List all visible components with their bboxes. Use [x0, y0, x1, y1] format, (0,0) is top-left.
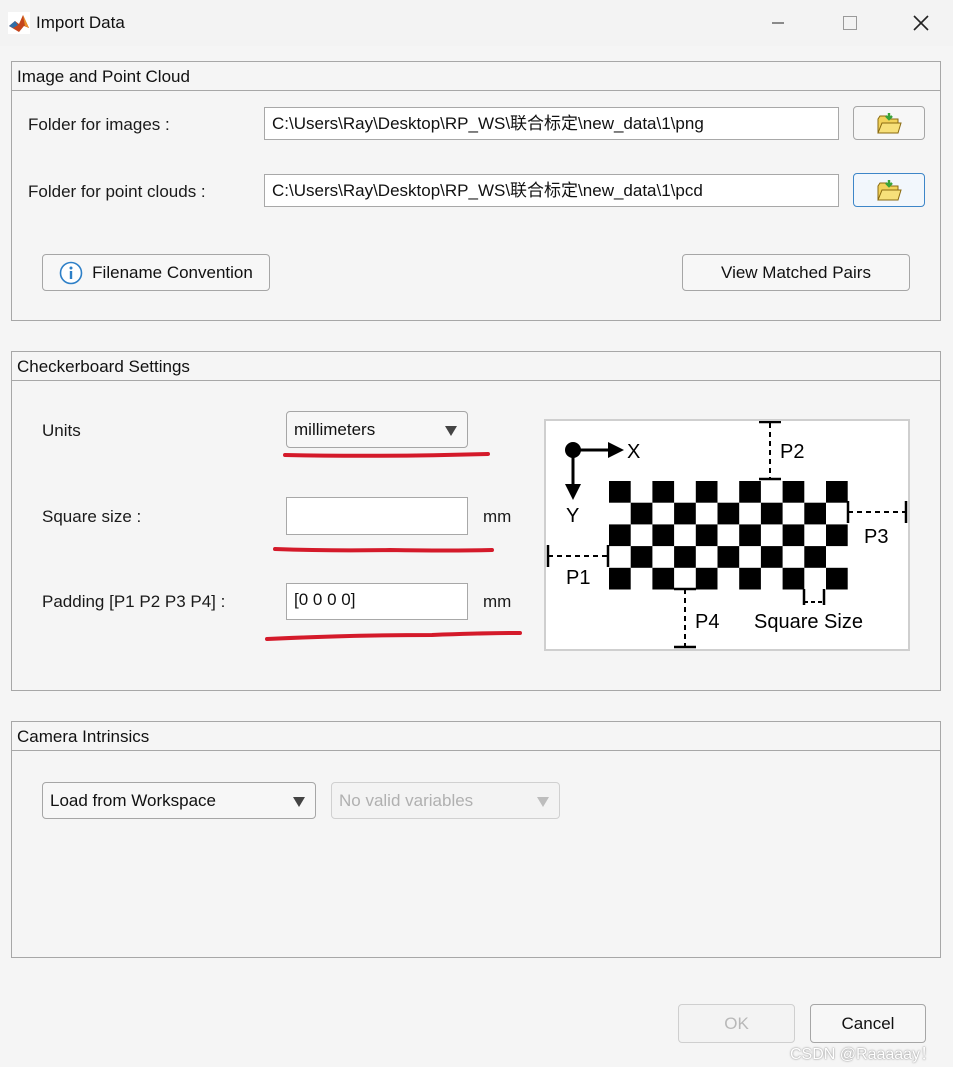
- checker-square: [695, 567, 718, 590]
- checker-square: [609, 567, 631, 590]
- padding-input[interactable]: [0 0 0 0]: [286, 583, 468, 620]
- chevron-down-icon: [293, 797, 305, 807]
- checker-square: [695, 481, 718, 503]
- checker-square: [739, 524, 761, 547]
- checker-square: [782, 567, 805, 590]
- images-folder-input[interactable]: C:\Users\Ray\Desktop\RP_WS\联合标定\new_data…: [264, 107, 839, 140]
- maximize-icon: [843, 16, 857, 30]
- units-label: Units: [42, 421, 81, 440]
- checker-square: [826, 524, 848, 547]
- cancel-button[interactable]: Cancel: [810, 1004, 926, 1043]
- checker-square: [695, 524, 718, 547]
- checker-square: [717, 502, 740, 525]
- checker-square: [804, 546, 826, 568]
- checker-square: [739, 567, 761, 590]
- panel-header: Image and Point Cloud: [12, 62, 940, 91]
- checker-square: [804, 502, 826, 525]
- square-size-unit: mm: [483, 507, 512, 526]
- browse-images-button[interactable]: [853, 106, 925, 140]
- filename-convention-button[interactable]: Filename Convention: [42, 254, 270, 291]
- y-axis-label: Y: [566, 505, 579, 527]
- checker-square: [717, 546, 740, 568]
- checker-square: [674, 502, 696, 525]
- point-clouds-folder-label: Folder for point clouds :: [28, 182, 206, 201]
- info-icon: [59, 261, 83, 284]
- chevron-down-icon: [537, 797, 549, 807]
- minimize-button[interactable]: [743, 0, 813, 46]
- annotation-underline: [265, 631, 522, 641]
- x-axis-label: X: [627, 441, 640, 463]
- title-bar: Import Data: [0, 0, 953, 46]
- panel-header: Checkerboard Settings: [12, 352, 940, 381]
- checker-square: [782, 481, 805, 503]
- intrinsics-variable-value: No valid variables: [339, 791, 474, 810]
- p2-label: P2: [780, 441, 804, 463]
- ok-button[interactable]: OK: [678, 1004, 795, 1043]
- watermark: CSDN @Raaaaay！: [790, 1046, 937, 1063]
- checkerboard-pattern: [609, 481, 848, 590]
- units-selected-value: millimeters: [294, 420, 376, 439]
- checker-square: [826, 481, 848, 503]
- camera-intrinsics-panel: Camera Intrinsics Load from Workspace No…: [11, 721, 941, 958]
- checker-square: [674, 546, 696, 568]
- window-title: Import Data: [36, 13, 125, 32]
- padding-label: Padding [P1 P2 P3 P4] :: [42, 592, 226, 611]
- checkerboard-diagram: X Y P2 P3 P1 P4 Square Size: [544, 419, 910, 651]
- square-size-input[interactable]: [286, 497, 468, 535]
- checker-square: [630, 502, 653, 525]
- folder-open-icon: [877, 180, 902, 201]
- image-point-cloud-panel: Image and Point Cloud Folder for images …: [11, 61, 941, 321]
- minimize-icon: [772, 22, 784, 24]
- checker-square: [652, 481, 675, 503]
- browse-point-clouds-button[interactable]: [853, 173, 925, 207]
- matlab-logo-icon: [8, 12, 30, 34]
- maximize-button[interactable]: [815, 0, 885, 46]
- checker-square: [630, 546, 653, 568]
- folder-open-icon: [877, 113, 902, 134]
- checker-square: [652, 524, 675, 547]
- panel-header: Camera Intrinsics: [12, 722, 940, 751]
- close-button[interactable]: [886, 0, 953, 46]
- checker-square: [826, 567, 848, 590]
- checker-square: [760, 502, 783, 525]
- intrinsics-source-dropdown[interactable]: Load from Workspace: [42, 782, 316, 819]
- p4-label: P4: [695, 611, 719, 633]
- images-folder-label: Folder for images :: [28, 115, 170, 134]
- units-dropdown[interactable]: millimeters: [286, 411, 468, 448]
- square-size-label: Square size :: [42, 507, 142, 526]
- point-clouds-folder-input[interactable]: C:\Users\Ray\Desktop\RP_WS\联合标定\new_data…: [264, 174, 839, 207]
- view-matched-pairs-button[interactable]: View Matched Pairs: [682, 254, 910, 291]
- padding-unit: mm: [483, 592, 512, 611]
- intrinsics-source-value: Load from Workspace: [50, 791, 216, 810]
- checker-square: [782, 524, 805, 547]
- checker-square: [609, 524, 631, 547]
- close-icon: [913, 15, 929, 31]
- checkerboard-diagram-svg: X Y P2 P3 P1 P4 Square Size: [546, 420, 908, 649]
- checker-square: [739, 481, 761, 503]
- checker-square: [652, 567, 675, 590]
- annotation-underline: [283, 452, 490, 458]
- p3-label: P3: [864, 526, 888, 548]
- intrinsics-variable-dropdown[interactable]: No valid variables: [331, 782, 560, 819]
- square-size-diagram-label: Square Size: [754, 611, 863, 633]
- checker-square: [609, 481, 631, 503]
- checker-square: [760, 546, 783, 568]
- p1-label: P1: [566, 567, 590, 589]
- chevron-down-icon: [445, 426, 457, 436]
- filename-convention-label: Filename Convention: [92, 262, 253, 282]
- annotation-underline: [273, 547, 494, 553]
